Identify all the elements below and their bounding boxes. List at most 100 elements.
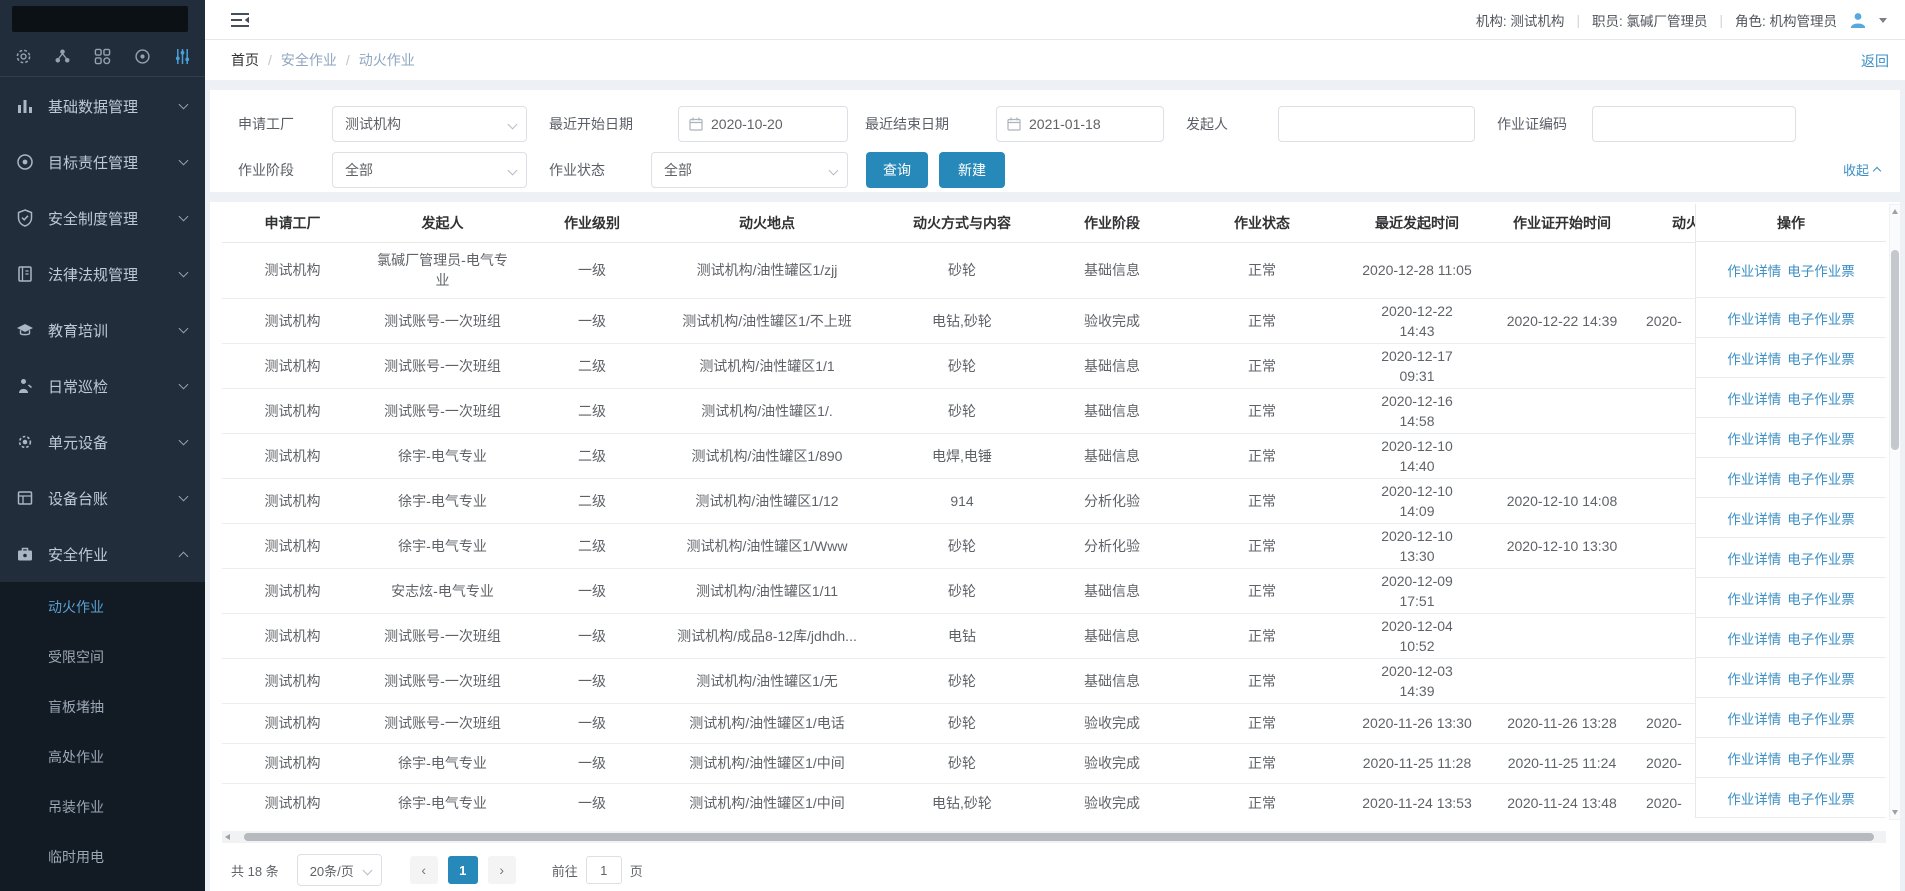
target-icon[interactable] (133, 47, 151, 65)
e-ticket-link[interactable]: 电子作业票 (1787, 348, 1855, 368)
table-row: 测试机构 徐宇-电气专业 二级 测试机构/油性罐区1/12 914 分析化验 正… (222, 478, 1882, 523)
work-detail-link[interactable]: 作业详情 (1727, 788, 1781, 808)
permit-code-input[interactable] (1592, 106, 1796, 142)
sidebar-item-unit-equipment[interactable]: 单元设备 (0, 414, 205, 470)
breadcrumb-bar: 首页 / 安全作业 / 动火作业 返回 (205, 40, 1905, 80)
initiator-input[interactable] (1278, 106, 1475, 142)
goto-page-input[interactable] (586, 856, 622, 884)
table-row: 测试机构 测试账号-一次班组 一级 测试机构/油性罐区1/电话 砂轮 验收完成 … (222, 703, 1882, 743)
search-button[interactable]: 查询 (866, 152, 928, 188)
cell-initiated-time: 2020-12-10 14:09 (1352, 478, 1482, 523)
submenu-item-blind-plate[interactable]: 盲板堵抽 (0, 682, 205, 732)
share-nodes-icon[interactable] (54, 47, 72, 65)
cell-permit-start (1482, 343, 1642, 388)
avatar[interactable] (1849, 11, 1867, 29)
end-date-input[interactable]: 2021-01-18 (996, 106, 1164, 142)
submenu-item-confined-space[interactable]: 受限空间 (0, 632, 205, 682)
e-ticket-link[interactable]: 电子作业票 (1787, 260, 1855, 280)
cell-permit-start: 2020-12-10 14:08 (1482, 478, 1642, 523)
sidebar-item-safety-work[interactable]: 安全作业 (0, 526, 205, 582)
vertical-scrollbar-thumb[interactable] (1891, 250, 1899, 450)
stage-select[interactable]: 全部 (332, 152, 527, 188)
actions-cell: 作业详情 电子作业票 (1696, 658, 1886, 698)
return-link[interactable]: 返回 (1861, 51, 1889, 71)
work-detail-link[interactable]: 作业详情 (1727, 668, 1781, 688)
chevron-down-icon (508, 166, 518, 176)
work-detail-link[interactable]: 作业详情 (1727, 548, 1781, 568)
cell-permit-start: 2020-12-22 14:39 (1482, 298, 1642, 343)
e-ticket-link[interactable]: 电子作业票 (1787, 468, 1855, 488)
submenu-item-temporary-power[interactable]: 临时用电 (0, 832, 205, 882)
cell-initiator: 测试账号-一次班组 (363, 343, 522, 388)
work-detail-link[interactable]: 作业详情 (1727, 708, 1781, 728)
sliders-icon[interactable] (173, 47, 191, 65)
sidebar-item-label: 安全作业 (48, 544, 108, 565)
sidebar-item-label: 教育培训 (48, 320, 108, 341)
col-header-method: 动火方式与内容 (872, 204, 1052, 242)
collapse-filters-link[interactable]: 收起 (1843, 160, 1880, 179)
breadcrumb-home[interactable]: 首页 (231, 50, 259, 70)
e-ticket-link[interactable]: 电子作业票 (1787, 308, 1855, 328)
page-size-select[interactable]: 20条/页 (297, 854, 382, 886)
table-row: 测试机构 徐宇-电气专业 二级 测试机构/油性罐区1/Www 砂轮 分析化验 正… (222, 523, 1882, 568)
e-ticket-link[interactable]: 电子作业票 (1787, 508, 1855, 528)
e-ticket-link[interactable]: 电子作业票 (1787, 748, 1855, 768)
e-ticket-link[interactable]: 电子作业票 (1787, 428, 1855, 448)
work-detail-link[interactable]: 作业详情 (1727, 748, 1781, 768)
e-ticket-link[interactable]: 电子作业票 (1787, 708, 1855, 728)
prev-page-button[interactable]: ‹ (410, 856, 438, 884)
horizontal-scrollbar-thumb[interactable] (244, 833, 1874, 841)
scroll-left-arrow[interactable] (225, 834, 230, 840)
sidebar-item-basic-data[interactable]: 基础数据管理 (0, 78, 205, 134)
sidebar-item-training[interactable]: 教育培训 (0, 302, 205, 358)
scroll-up-arrow[interactable] (1892, 209, 1898, 214)
sidebar-item-laws[interactable]: 法律法规管理 (0, 246, 205, 302)
cell-initiator: 徐宇-电气专业 (363, 743, 522, 783)
e-ticket-link[interactable]: 电子作业票 (1787, 668, 1855, 688)
e-ticket-link[interactable]: 电子作业票 (1787, 788, 1855, 808)
factory-select[interactable]: 测试机构 (332, 106, 527, 142)
work-detail-link[interactable]: 作业详情 (1727, 260, 1781, 280)
work-detail-link[interactable]: 作业详情 (1727, 308, 1781, 328)
e-ticket-link[interactable]: 电子作业票 (1787, 388, 1855, 408)
sidebar-item-target-responsibility[interactable]: 目标责任管理 (0, 134, 205, 190)
work-detail-link[interactable]: 作业详情 (1727, 428, 1781, 448)
current-page-button[interactable]: 1 (448, 856, 478, 884)
cell-factory: 测试机构 (222, 343, 363, 388)
start-date-input[interactable]: 2020-10-20 (678, 106, 848, 142)
menu-collapse-icon[interactable] (231, 13, 249, 32)
sidebar-menu: 基础数据管理 目标责任管理 安全制度管理 法律法规管理 教育培训 日常巡检 (0, 78, 205, 582)
cell-factory: 测试机构 (222, 478, 363, 523)
sidebar-item-safety-rules[interactable]: 安全制度管理 (0, 190, 205, 246)
work-detail-link[interactable]: 作业详情 (1727, 628, 1781, 648)
vertical-scrollbar[interactable] (1889, 204, 1901, 820)
gear-icon[interactable] (14, 47, 32, 65)
submenu-item-lifting-work[interactable]: 吊装作业 (0, 782, 205, 832)
work-detail-link[interactable]: 作业详情 (1727, 468, 1781, 488)
e-ticket-link[interactable]: 电子作业票 (1787, 548, 1855, 568)
org-label: 机构: 测试机构 (1476, 10, 1565, 30)
work-detail-link[interactable]: 作业详情 (1727, 588, 1781, 608)
work-detail-link[interactable]: 作业详情 (1727, 388, 1781, 408)
work-detail-link[interactable]: 作业详情 (1727, 348, 1781, 368)
submenu-item-high-work[interactable]: 高处作业 (0, 732, 205, 782)
sidebar-item-equipment-ledger[interactable]: 设备台账 (0, 470, 205, 526)
status-select[interactable]: 全部 (651, 152, 848, 188)
horizontal-scrollbar[interactable] (222, 831, 1886, 843)
sidebar-item-daily-inspection[interactable]: 日常巡检 (0, 358, 205, 414)
topbar: 机构: 测试机构 | 职员: 氯碱厂管理员 | 角色: 机构管理员 (205, 0, 1905, 40)
e-ticket-link[interactable]: 电子作业票 (1787, 628, 1855, 648)
create-button[interactable]: 新建 (939, 152, 1005, 188)
scroll-down-arrow[interactable] (1892, 810, 1898, 815)
work-detail-link[interactable]: 作业详情 (1727, 508, 1781, 528)
sidebar-item-label: 单元设备 (48, 432, 108, 453)
next-page-button[interactable]: › (488, 856, 516, 884)
breadcrumb-level1[interactable]: 安全作业 (281, 50, 337, 70)
e-ticket-link[interactable]: 电子作业票 (1787, 588, 1855, 608)
submenu-item-hot-work[interactable]: 动火作业 (0, 582, 205, 632)
cell-status: 正常 (1172, 298, 1352, 343)
cell-initiator: 徐宇-电气专业 (363, 478, 522, 523)
cell-factory: 测试机构 (222, 613, 363, 658)
caret-down-icon[interactable] (1879, 18, 1887, 23)
grid-icon[interactable] (94, 47, 112, 65)
